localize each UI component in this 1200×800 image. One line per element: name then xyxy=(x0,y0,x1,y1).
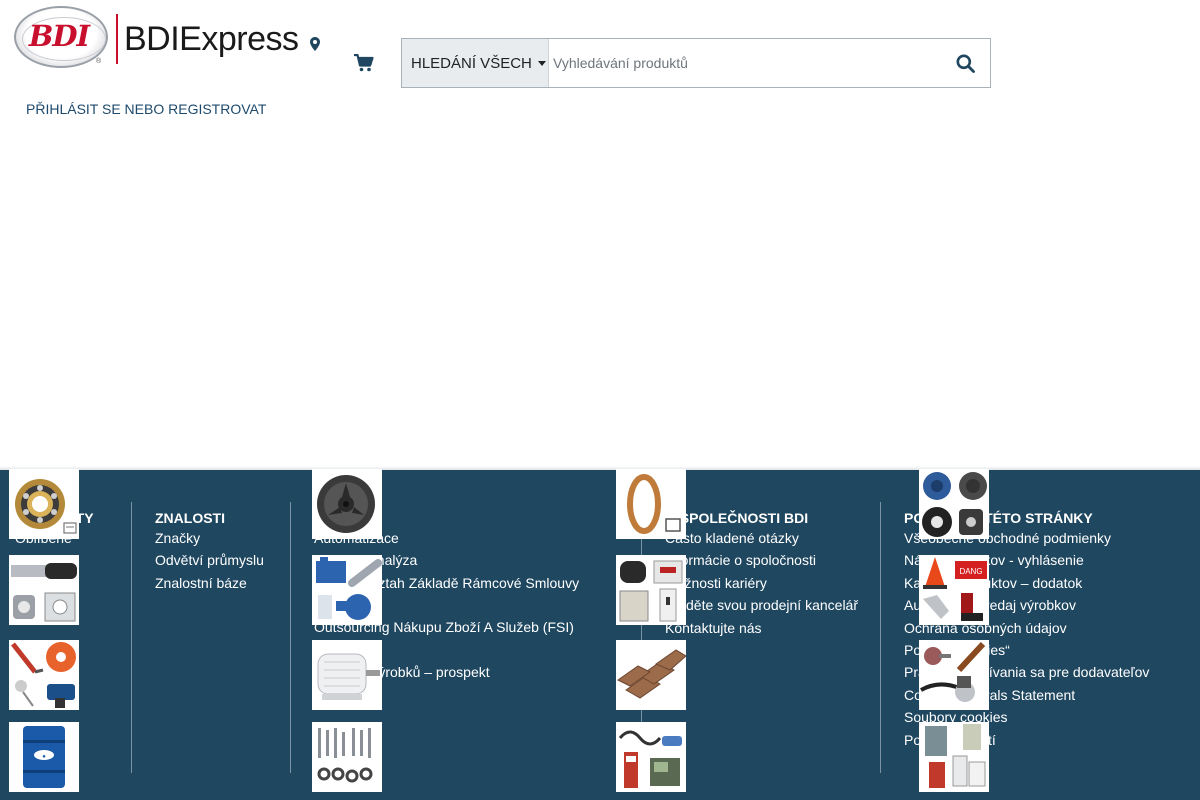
footer-divider xyxy=(880,502,881,773)
search-icon xyxy=(956,54,975,73)
logo-divider xyxy=(116,14,118,64)
conveyor-chain-product-image[interactable] xyxy=(616,640,686,710)
linear-guide-product-image[interactable] xyxy=(9,555,79,625)
footer-divider xyxy=(290,502,291,773)
gearmotors-product-image[interactable] xyxy=(919,469,989,539)
footer-link-knowledge-base[interactable]: Znalostní báze xyxy=(155,572,275,594)
svg-text:DANG: DANG xyxy=(959,567,982,576)
abrasives-product-image[interactable] xyxy=(919,640,989,710)
cart-icon[interactable] xyxy=(354,54,374,72)
bdi-logo-mark: BDI xyxy=(28,19,90,53)
footer-link-careers[interactable]: Možnosti kariéry xyxy=(665,572,865,594)
search-category-dropdown[interactable]: HLEDÁNÍ VŠECH xyxy=(402,39,549,87)
electric-motor-product-image[interactable] xyxy=(312,640,382,710)
footer-knowledge-links: Značky Odvětví průmyslu Znalostní báze xyxy=(155,527,275,594)
drives-product-image[interactable] xyxy=(919,722,989,792)
svg-text:●: ● xyxy=(42,754,46,760)
footer-link-brands[interactable]: Značky xyxy=(155,527,275,549)
relays-product-image[interactable] xyxy=(616,555,686,625)
footer-divider xyxy=(131,502,132,773)
plc-product-image[interactable] xyxy=(616,722,686,792)
bearing-product-image[interactable] xyxy=(9,469,79,539)
footer-link-contact[interactable]: Kontaktujte nás xyxy=(665,617,865,639)
pulley-product-image[interactable] xyxy=(312,469,382,539)
footer-link-industries[interactable]: Odvětví průmyslu xyxy=(155,549,275,571)
footer-knowledge-title: ZNALOSTI xyxy=(155,510,225,526)
footer-link-faq[interactable]: Často kladené otázky xyxy=(665,527,865,549)
footer-about-title: O SPOLEČNOSTI BDI xyxy=(665,510,809,526)
safety-product-image[interactable]: DANG xyxy=(919,555,989,625)
bdi-logo[interactable]: BDI ® BDIExpress xyxy=(14,6,324,72)
search-input[interactable] xyxy=(549,39,940,87)
footer-about-links: Často kladené otázky Informácie o spoloč… xyxy=(665,527,865,639)
search-category-label: HLEDÁNÍ VŠECH xyxy=(411,54,532,72)
fasteners-product-image[interactable] xyxy=(312,722,382,792)
search-bar: HLEDÁNÍ VŠECH xyxy=(401,38,991,88)
pumps-product-image[interactable] xyxy=(312,555,382,625)
oring-product-image[interactable] xyxy=(616,469,686,539)
tools-product-image[interactable] xyxy=(9,640,79,710)
footer-link-find-sales-office[interactable]: Najděte svou prodejní kancelář xyxy=(665,594,865,616)
footer-link-company-info[interactable]: Informácie o spoločnosti xyxy=(665,549,865,571)
location-pin-icon xyxy=(310,37,320,51)
registered-mark: ® xyxy=(96,58,102,65)
bdiexpress-wordmark: BDIExpress xyxy=(124,20,299,58)
chevron-down-icon xyxy=(537,60,546,66)
oil-drum-product-image[interactable]: ● xyxy=(9,722,79,792)
search-button[interactable] xyxy=(940,39,990,87)
login-register-link[interactable]: PŘIHLÁSIT SE NEBO REGISTROVAT xyxy=(26,101,266,117)
